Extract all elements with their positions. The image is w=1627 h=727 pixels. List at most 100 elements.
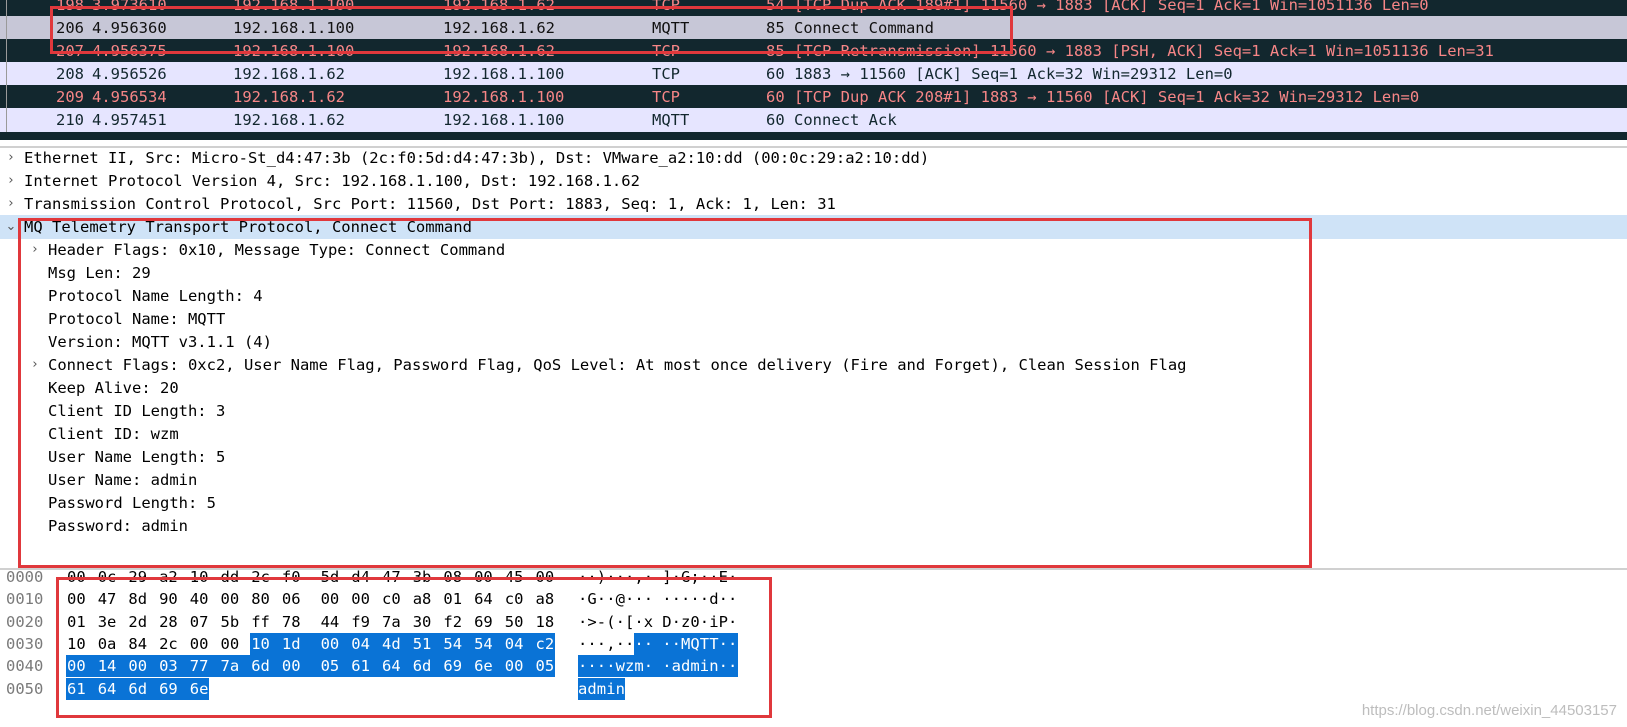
ascii-char[interactable]: ·: [681, 588, 690, 610]
ascii-char[interactable]: ·: [644, 588, 653, 610]
hex-byte[interactable]: dd: [220, 566, 241, 588]
hex-byte[interactable]: 6d: [127, 677, 160, 700]
hex-byte[interactable]: 64: [96, 677, 129, 700]
ascii-char[interactable]: z: [681, 611, 690, 633]
detail-row[interactable]: Keep Alive: 20: [0, 376, 1627, 400]
ascii-char[interactable]: ·: [606, 588, 615, 610]
chevron-right-icon[interactable]: ›: [4, 192, 18, 216]
hex-byte[interactable]: 00: [350, 588, 371, 610]
hex-byte[interactable]: 00: [220, 588, 241, 610]
ascii-char[interactable]: ·: [709, 566, 718, 588]
hex-byte[interactable]: 04: [503, 632, 536, 655]
ascii-char[interactable]: ·: [643, 632, 663, 655]
detail-row[interactable]: Version: MQTT v3.1.1 (4): [0, 330, 1627, 354]
hex-byte[interactable]: 40: [189, 588, 210, 610]
ascii-char[interactable]: ·: [728, 611, 737, 633]
ascii-char[interactable]: ·: [718, 655, 729, 678]
hex-byte[interactable]: 7a: [381, 611, 402, 633]
ascii-char[interactable]: ·: [578, 611, 587, 633]
hex-byte[interactable]: 5d: [320, 566, 341, 588]
ascii-char[interactable]: ·: [616, 566, 625, 588]
hex-byte[interactable]: 03: [158, 655, 190, 678]
ascii-char[interactable]: ·: [625, 633, 634, 655]
hex-byte[interactable]: 01: [66, 611, 87, 633]
packet-row[interactable]: 210 4.957451 192.168.1.62 192.168.1.100 MQTT…: [0, 108, 1627, 132]
detail-row[interactable]: Protocol Name: MQTT: [0, 307, 1627, 331]
chevron-right-icon[interactable]: ›: [4, 169, 18, 193]
ascii-char[interactable]: ·: [728, 632, 738, 655]
hex-byte[interactable]: 5b: [220, 611, 241, 633]
ascii-char[interactable]: E: [719, 566, 728, 588]
ascii-char[interactable]: i: [709, 611, 718, 633]
hex-byte[interactable]: 00: [503, 655, 536, 678]
hex-byte[interactable]: 61: [66, 677, 98, 700]
ascii-char[interactable]: n: [709, 655, 720, 678]
hex-byte[interactable]: 10: [250, 632, 282, 655]
ascii-char[interactable]: -: [597, 611, 606, 633]
hex-byte[interactable]: f9: [350, 611, 371, 633]
hex-byte[interactable]: 45: [504, 566, 525, 588]
bytes-row[interactable]: 0040 00 14 00 03 77 7a 6d 00 05 61 64 6d 69 6e 00 05 · · · ·…: [0, 655, 1627, 678]
hex-byte[interactable]: 6e: [473, 655, 505, 678]
ascii-char[interactable]: @: [616, 588, 625, 610]
bytes-row[interactable]: 0000 00 0c 29 a2 10 dd 2c f0 5d d4 47 3b 08 00 45 00 · ·) ·…: [0, 566, 1627, 588]
detail-row[interactable]: Client ID Length: 3: [0, 399, 1627, 423]
ascii-char[interactable]: m: [690, 655, 701, 678]
hex-byte[interactable]: 18: [535, 611, 556, 633]
ascii-char[interactable]: G: [587, 588, 596, 610]
ascii-char[interactable]: T: [709, 632, 720, 655]
packet-row[interactable]: 208 4.956526 192.168.1.62 192.168.1.100 TCP 6…: [0, 62, 1627, 86]
hex-byte[interactable]: 90: [158, 588, 179, 610]
detail-row[interactable]: Password: admin: [0, 514, 1627, 538]
hex-byte[interactable]: 07: [189, 611, 210, 633]
hex-byte[interactable]: 28: [158, 611, 179, 633]
ascii-char[interactable]: ·: [578, 588, 587, 610]
hex-byte[interactable]: c0: [381, 588, 402, 610]
hex-byte[interactable]: 00: [66, 566, 87, 588]
hex-byte[interactable]: 10: [66, 633, 87, 655]
ascii-char[interactable]: ]: [662, 566, 671, 588]
hex-byte[interactable]: 64: [381, 655, 413, 678]
hex-byte[interactable]: 54: [473, 632, 505, 655]
hex-byte[interactable]: f0: [281, 566, 302, 588]
ascii-char[interactable]: Q: [690, 632, 701, 655]
ascii-char[interactable]: [: [625, 611, 634, 633]
hex-byte[interactable]: c2: [534, 632, 556, 655]
hex-byte[interactable]: a2: [158, 566, 179, 588]
detail-row[interactable]: User Name Length: 5: [0, 445, 1627, 469]
hex-byte[interactable]: 7a: [219, 655, 252, 678]
detail-row[interactable]: › Ethernet II, Src: Micro-St_d4:47:3b (2c…: [0, 146, 1627, 170]
ascii-char[interactable]: ·: [662, 588, 671, 610]
detail-row[interactable]: › Internet Protocol Version 4, Src: 192.1…: [0, 169, 1627, 193]
hex-byte[interactable]: 2d: [127, 611, 148, 633]
ascii-char[interactable]: ·: [671, 632, 682, 655]
ascii-char[interactable]: x: [644, 611, 653, 633]
detail-row[interactable]: › Connect Flags: 0xc2, User Name Flag, Pa…: [0, 353, 1627, 377]
ascii-char[interactable]: ·: [587, 655, 598, 678]
hex-byte[interactable]: 3e: [97, 611, 118, 633]
ascii-char[interactable]: ·: [662, 632, 673, 655]
ascii-char[interactable]: i: [606, 677, 617, 700]
bytes-row[interactable]: 0050 61 64 6d 69 6e a d m i n: [0, 677, 1627, 700]
ascii-char[interactable]: (: [606, 611, 615, 633]
hex-byte[interactable]: d4: [350, 566, 371, 588]
hex-byte[interactable]: f2: [442, 611, 463, 633]
ascii-char[interactable]: ·: [718, 632, 729, 655]
chevron-right-icon[interactable]: ›: [28, 238, 42, 262]
hex-byte[interactable]: 04: [350, 632, 382, 655]
ascii-char[interactable]: ·: [587, 633, 596, 655]
hex-byte[interactable]: 05: [534, 655, 556, 678]
detail-row[interactable]: › Header Flags: 0x10, Message Type: Conne…: [0, 238, 1627, 262]
hex-byte[interactable]: 4d: [381, 632, 413, 655]
hex-byte[interactable]: 6d: [411, 655, 444, 678]
packet-list[interactable]: 198 3.973610 192.168.1.100 192.168.1.62 TCP 5…: [0, 0, 1627, 140]
hex-byte[interactable]: 30: [412, 611, 433, 633]
ascii-char[interactable]: ·: [634, 588, 643, 610]
ascii-char[interactable]: ·: [625, 588, 634, 610]
ascii-char[interactable]: ): [597, 566, 606, 588]
ascii-char[interactable]: d: [709, 588, 718, 610]
hex-byte[interactable]: 6d: [250, 655, 282, 678]
packet-row[interactable]: 209 4.956534 192.168.1.62 192.168.1.100 TCP 6…: [0, 85, 1627, 109]
ascii-char[interactable]: ·: [700, 566, 709, 588]
hex-byte[interactable]: 3b: [412, 566, 433, 588]
